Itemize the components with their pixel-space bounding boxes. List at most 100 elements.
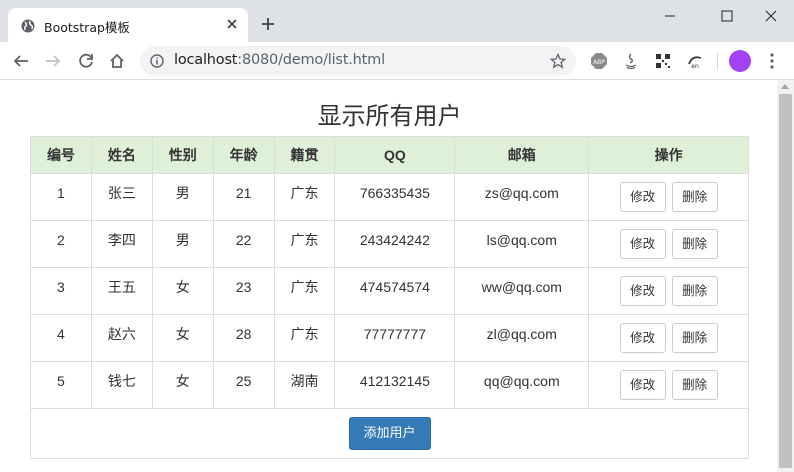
cell-origin: 湖南 <box>273 361 336 409</box>
cell-id: 4 <box>30 314 92 362</box>
cell-age: 25 <box>212 361 275 409</box>
cell-gender: 女 <box>151 267 214 315</box>
header-email: 邮箱 <box>454 136 590 174</box>
cell-qq: 412132145 <box>334 361 456 409</box>
header-id: 编号 <box>30 136 92 174</box>
cell-age: 22 <box>212 220 275 268</box>
header-name: 姓名 <box>90 136 153 174</box>
close-window-icon[interactable] <box>756 6 786 26</box>
url-path: :8080/demo/list.html <box>237 52 385 68</box>
cell-id: 3 <box>30 267 92 315</box>
cell-gender: 女 <box>151 314 214 362</box>
cell-age: 21 <box>212 173 275 221</box>
cell-actions: 修改 删除 <box>588 220 749 268</box>
cell-email: qq@qq.com <box>454 361 590 409</box>
cell-age: 28 <box>212 314 275 362</box>
delete-button[interactable]: 删除 <box>671 276 718 306</box>
cell-origin: 广东 <box>273 267 336 315</box>
toolbar-separator <box>717 52 718 70</box>
cell-email: zs@qq.com <box>454 173 590 221</box>
cell-actions: 修改 删除 <box>588 173 749 221</box>
page-viewport: 显示所有用户 编号 姓名 性别 年龄 籍贯 QQ 邮箱 操作 1 张三 男 21 <box>0 80 794 472</box>
cell-name: 张三 <box>90 173 153 221</box>
java-extension-icon[interactable] <box>622 52 640 70</box>
cell-actions: 修改 删除 <box>588 361 749 409</box>
cell-email: ls@qq.com <box>454 220 590 268</box>
minimize-icon[interactable] <box>655 6 685 26</box>
bookmark-star-icon[interactable] <box>550 53 566 69</box>
translate-icon[interactable]: en <box>686 52 704 70</box>
forward-icon[interactable] <box>44 52 62 70</box>
table-row: 1 张三 男 21 广东 766335435 zs@qq.com 修改 删除 <box>30 173 749 221</box>
maximize-icon[interactable] <box>712 6 742 26</box>
url-text: localhost:8080/demo/list.html <box>174 52 385 68</box>
table-row: 3 王五 女 23 广东 474574574 ww@qq.com 修改 删除 <box>30 267 749 315</box>
edit-button[interactable]: 修改 <box>619 182 666 212</box>
page-title: 显示所有用户 <box>317 102 462 130</box>
home-icon[interactable] <box>108 52 126 70</box>
tab-strip: Bootstrap模板 <box>0 0 794 42</box>
delete-button[interactable]: 删除 <box>671 229 718 259</box>
cell-email: ww@qq.com <box>454 267 590 315</box>
header-gender: 性别 <box>151 136 214 174</box>
delete-button[interactable]: 删除 <box>671 182 718 212</box>
edit-button[interactable]: 修改 <box>619 229 666 259</box>
table-row: 5 钱七 女 25 湖南 412132145 qq@qq.com 修改 删除 <box>30 361 749 409</box>
cell-gender: 女 <box>151 361 214 409</box>
cell-name: 赵六 <box>90 314 153 362</box>
cell-email: zl@qq.com <box>454 314 590 362</box>
reload-icon[interactable] <box>77 52 95 70</box>
cell-qq: 77777777 <box>334 314 456 362</box>
cell-id: 1 <box>30 173 92 221</box>
adblock-icon[interactable]: ABP <box>590 52 608 70</box>
svg-text:en: en <box>691 63 699 70</box>
close-tab-icon[interactable] <box>224 16 240 32</box>
delete-button[interactable]: 删除 <box>671 323 718 353</box>
edit-button[interactable]: 修改 <box>619 370 666 400</box>
table-header-row: 编号 姓名 性别 年龄 籍贯 QQ 邮箱 操作 <box>30 136 749 174</box>
qr-code-icon[interactable] <box>654 52 672 70</box>
url-host: localhost <box>174 52 238 68</box>
cell-qq: 474574574 <box>334 267 456 315</box>
more-menu-icon[interactable] <box>766 52 778 70</box>
address-bar[interactable]: localhost:8080/demo/list.html <box>140 46 576 76</box>
browser-toolbar: localhost:8080/demo/list.html ABP en <box>0 42 794 80</box>
cell-age: 23 <box>212 267 275 315</box>
cell-qq: 766335435 <box>334 173 456 221</box>
add-user-button[interactable]: 添加用户 <box>348 417 431 450</box>
add-user-cell: 添加用户 <box>30 408 749 459</box>
header-qq: QQ <box>334 136 456 174</box>
header-age: 年龄 <box>212 136 275 174</box>
cell-gender: 男 <box>151 173 214 221</box>
cell-gender: 男 <box>151 220 214 268</box>
cell-origin: 广东 <box>273 220 336 268</box>
header-actions: 操作 <box>588 136 749 174</box>
browser-tab[interactable]: Bootstrap模板 <box>8 8 248 42</box>
table-row: 4 赵六 女 28 广东 77777777 zl@qq.com 修改 删除 <box>30 314 749 362</box>
cell-actions: 修改 删除 <box>588 314 749 362</box>
cell-id: 5 <box>30 361 92 409</box>
cell-name: 王五 <box>90 267 153 315</box>
table-row: 2 李四 男 22 广东 243424242 ls@qq.com 修改 删除 <box>30 220 749 268</box>
cell-name: 李四 <box>90 220 153 268</box>
cell-origin: 广东 <box>273 314 336 362</box>
scroll-up-arrow-icon[interactable] <box>781 84 789 89</box>
cell-actions: 修改 删除 <box>588 267 749 315</box>
globe-icon <box>21 19 35 33</box>
cell-qq: 243424242 <box>334 220 456 268</box>
tab-title: Bootstrap模板 <box>44 20 130 35</box>
users-table: 编号 姓名 性别 年龄 籍贯 QQ 邮箱 操作 1 张三 男 21 广东 766… <box>30 136 749 459</box>
info-icon[interactable] <box>150 54 164 68</box>
scroll-thumb[interactable] <box>779 94 792 468</box>
cell-name: 钱七 <box>90 361 153 409</box>
header-origin: 籍贯 <box>273 136 336 174</box>
edit-button[interactable]: 修改 <box>619 323 666 353</box>
new-tab-icon[interactable] <box>260 16 276 32</box>
cell-id: 2 <box>30 220 92 268</box>
edit-button[interactable]: 修改 <box>619 276 666 306</box>
back-icon[interactable] <box>12 52 30 70</box>
delete-button[interactable]: 删除 <box>671 370 718 400</box>
vertical-scrollbar[interactable] <box>777 80 794 472</box>
cell-origin: 广东 <box>273 173 336 221</box>
profile-avatar[interactable] <box>729 50 751 72</box>
